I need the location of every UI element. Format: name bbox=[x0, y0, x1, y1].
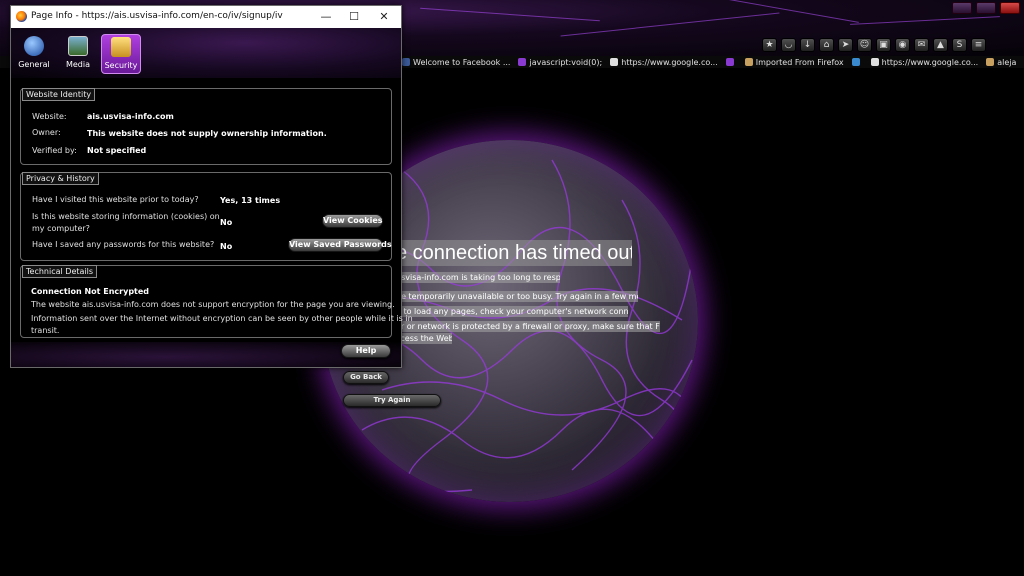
bookmark-item[interactable]: https://www.google.co... bbox=[610, 58, 718, 67]
visited-answer: Yes, 13 times bbox=[220, 196, 281, 205]
encryption-line: transit. bbox=[31, 326, 60, 335]
privacy-history-group: Privacy & History Have I visited this we… bbox=[20, 172, 392, 261]
menu-icon[interactable]: ≡ bbox=[971, 38, 986, 52]
view-saved-passwords-button[interactable]: View Saved Passwords bbox=[288, 238, 392, 252]
google-icon bbox=[870, 58, 879, 66]
website-value: ais.usvisa-info.com bbox=[87, 112, 174, 121]
passwords-question: Have I saved any passwords for this webs… bbox=[32, 240, 215, 249]
website-identity-group: Website Identity Website: ais.usvisa-inf… bbox=[20, 88, 392, 165]
tab-general[interactable]: General bbox=[14, 34, 54, 74]
fire-icon[interactable]: ▲ bbox=[933, 38, 948, 52]
browser-toolbar-icons: ★ ◡ ↓ ⌂ ➤ ☺ ▣ ◉ ✉ ▲ S ≡ bbox=[762, 38, 986, 52]
website-label: Website: bbox=[32, 112, 67, 121]
google-icon bbox=[610, 58, 619, 66]
bookmark-item[interactable]: Welcome to Facebook ... bbox=[402, 58, 510, 67]
browser-minimize-button[interactable] bbox=[952, 2, 972, 14]
maximize-button[interactable]: ☐ bbox=[344, 9, 364, 25]
dialog-title: Page Info - https://ais.usvisa-info.com/… bbox=[31, 11, 283, 21]
purple-orb-icon bbox=[725, 58, 734, 66]
info-icon bbox=[24, 36, 44, 56]
bookmark-item[interactable] bbox=[725, 58, 737, 66]
skype-icon[interactable]: S bbox=[952, 38, 967, 52]
help-button[interactable]: Help bbox=[341, 344, 391, 358]
owner-label: Owner: bbox=[32, 128, 61, 137]
dialog-titlebar[interactable]: Page Info - https://ais.usvisa-info.com/… bbox=[11, 6, 401, 28]
technical-details-group: Technical Details Connection Not Encrypt… bbox=[20, 265, 413, 338]
facebook-icon bbox=[402, 58, 410, 66]
close-button[interactable]: ✕ bbox=[374, 9, 394, 25]
desktop-screen: ★ ◡ ↓ ⌂ ➤ ☺ ▣ ◉ ✉ ▲ S ≡ Welcome to Faceb… bbox=[0, 0, 1024, 576]
dialog-footer: Help bbox=[11, 342, 401, 367]
group-legend: Website Identity bbox=[22, 88, 96, 101]
purple-orb-icon bbox=[518, 58, 527, 66]
error-line: be temporarily unavailable or too busy. … bbox=[396, 291, 638, 302]
chrome-icon[interactable]: ◉ bbox=[895, 38, 910, 52]
group-legend: Technical Details bbox=[22, 265, 98, 278]
cookies-question-cont: my computer? bbox=[32, 224, 90, 233]
bookmark-label: aleja bbox=[997, 57, 1017, 67]
visited-question: Have I visited this website prior to tod… bbox=[32, 195, 199, 204]
addon-icon[interactable]: ▣ bbox=[876, 38, 891, 52]
send-icon[interactable]: ➤ bbox=[838, 38, 853, 52]
firefox-icon bbox=[16, 11, 27, 22]
browser-close-button[interactable] bbox=[1000, 2, 1020, 14]
verified-by-label: Verified by: bbox=[32, 146, 77, 155]
browser-window-controls bbox=[952, 2, 1020, 14]
try-again-button[interactable]: Try Again bbox=[343, 394, 441, 407]
bookmark-label: Welcome to Facebook ... bbox=[413, 57, 511, 67]
error-line: er or network is protected by a firewall… bbox=[396, 321, 660, 332]
tab-media[interactable]: Media bbox=[58, 34, 98, 74]
bookmark-star-icon[interactable]: ★ bbox=[762, 38, 777, 52]
lock-icon bbox=[111, 37, 131, 57]
error-line: e to load any pages, check your computer… bbox=[396, 306, 628, 317]
gmail-icon[interactable]: ✉ bbox=[914, 38, 929, 52]
tab-label: Media bbox=[65, 60, 91, 69]
encryption-line: The website ais.usvisa-info.com does not… bbox=[31, 300, 395, 309]
owner-value: This website does not supply ownership i… bbox=[87, 129, 327, 138]
encryption-line: Information sent over the Internet witho… bbox=[31, 314, 413, 323]
error-line: usvisa-info.com is taking too long to re… bbox=[396, 272, 560, 283]
error-line: ccess the Web. bbox=[396, 333, 452, 344]
bookmark-item[interactable]: Imported From Firefox bbox=[744, 57, 844, 67]
bookmark-item[interactable]: https://www.google.co... bbox=[870, 57, 979, 67]
view-cookies-button[interactable]: View Cookies bbox=[322, 214, 383, 228]
smiley-icon[interactable]: ☺ bbox=[857, 38, 872, 52]
encryption-heading: Connection Not Encrypted bbox=[31, 287, 150, 296]
browser-maximize-button[interactable] bbox=[976, 2, 996, 14]
minimize-button[interactable]: — bbox=[316, 9, 336, 25]
bookmark-label: https://www.google.co... bbox=[881, 57, 979, 67]
tab-label: General bbox=[18, 60, 50, 69]
tab-label: Security bbox=[104, 61, 138, 70]
bookmark-item[interactable]: aleja bbox=[986, 58, 1016, 67]
verified-by-value: Not specified bbox=[87, 146, 147, 155]
error-title: e connection has timed out bbox=[396, 240, 632, 266]
tab-security[interactable]: Security bbox=[101, 34, 141, 74]
bookmark-icon bbox=[851, 58, 860, 66]
folder-icon bbox=[986, 58, 995, 66]
download-icon[interactable]: ↓ bbox=[800, 38, 815, 52]
bookmark-label: https://www.google.co... bbox=[621, 57, 718, 67]
go-back-button[interactable]: Go Back bbox=[343, 371, 389, 384]
bookmark-item[interactable] bbox=[851, 58, 863, 66]
cookies-question: Is this website storing information (coo… bbox=[32, 212, 220, 221]
passwords-answer: No bbox=[220, 242, 233, 251]
group-legend: Privacy & History bbox=[22, 172, 99, 185]
bookmark-label: javascript:void(0); bbox=[529, 57, 603, 67]
bookmark-item[interactable]: javascript:void(0); bbox=[518, 58, 602, 67]
folder-icon bbox=[744, 58, 753, 66]
page-info-dialog: Page Info - https://ais.usvisa-info.com/… bbox=[10, 5, 413, 368]
bookmark-label: Imported From Firefox bbox=[755, 57, 844, 67]
dialog-tab-bar: General Media Security bbox=[11, 28, 401, 78]
cookies-answer: No bbox=[220, 218, 233, 227]
media-icon bbox=[68, 36, 88, 56]
pocket-icon[interactable]: ◡ bbox=[781, 38, 796, 52]
home-icon[interactable]: ⌂ bbox=[819, 38, 834, 52]
